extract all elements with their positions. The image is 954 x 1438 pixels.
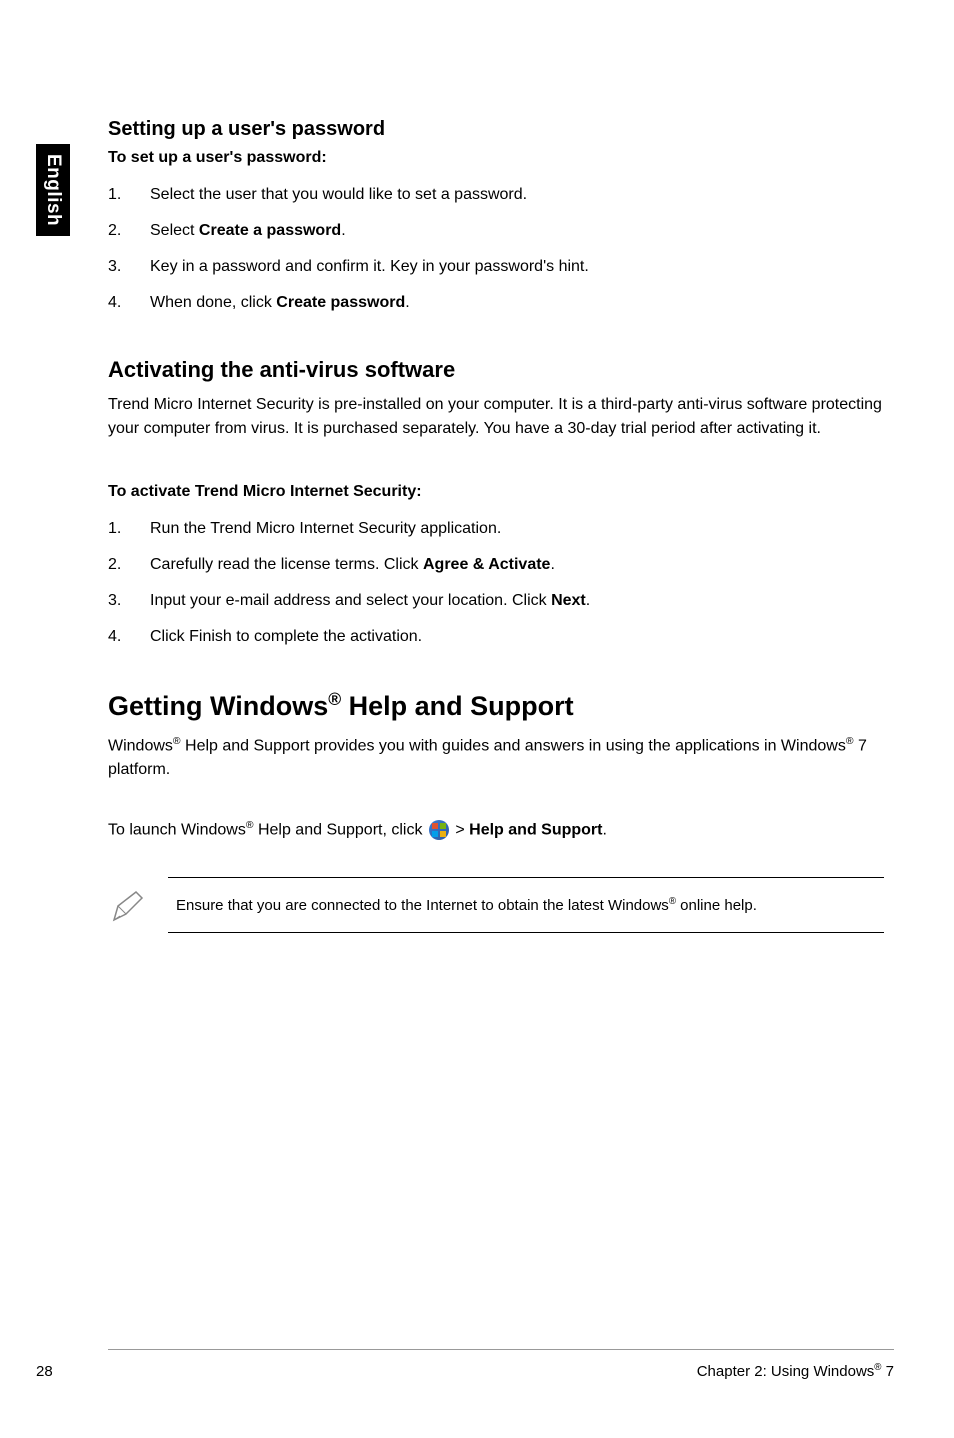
windows-start-icon — [429, 820, 449, 840]
registered-mark: ® — [173, 736, 181, 747]
language-tab: English — [36, 144, 70, 236]
list-number: 4. — [108, 625, 150, 649]
list-text: Click Finish to complete the activation. — [150, 625, 894, 649]
antivirus-steps-list: 1. Run the Trend Micro Internet Security… — [108, 517, 894, 649]
text: Help and Support provides you with guide… — [181, 737, 846, 754]
list-text: Carefully read the license terms. Click … — [150, 553, 894, 577]
text: Windows — [108, 737, 173, 754]
list-number: 1. — [108, 517, 150, 541]
list-item: 1. Select the user that you would like t… — [108, 183, 894, 207]
list-text: Input your e-mail address and select you… — [150, 589, 894, 613]
text: . — [586, 592, 590, 609]
help-launch: To launch Windows® Help and Support, cli… — [108, 818, 894, 842]
text: . — [550, 556, 554, 573]
text: Chapter 2: Using Windows — [697, 1363, 875, 1380]
list-number: 3. — [108, 255, 150, 279]
bold-text: Create a password — [199, 222, 341, 239]
registered-mark: ® — [328, 689, 341, 709]
note-block: Ensure that you are connected to the Int… — [168, 877, 884, 933]
password-steps-list: 1. Select the user that you would like t… — [108, 183, 894, 315]
list-number: 2. — [108, 553, 150, 577]
section-heading-help: Getting Windows® Help and Support — [108, 689, 894, 722]
text: Carefully read the license terms. Click — [150, 556, 423, 573]
bold-text: Create password — [276, 294, 405, 311]
list-item: 2. Carefully read the license terms. Cli… — [108, 553, 894, 577]
list-item: 3. Key in a password and confirm it. Key… — [108, 255, 894, 279]
list-number: 2. — [108, 219, 150, 243]
list-item: 3. Input your e-mail address and select … — [108, 589, 894, 613]
text: Getting Windows — [108, 691, 328, 721]
page-footer: 28 Chapter 2: Using Windows® 7 — [0, 1362, 954, 1380]
list-item: 1. Run the Trend Micro Internet Security… — [108, 517, 894, 541]
section-sub-password: To set up a user's password: — [108, 149, 894, 167]
note-text: online help. — [676, 897, 757, 914]
text: > — [451, 822, 469, 839]
text: Help and Support — [341, 691, 574, 721]
registered-mark: ® — [846, 736, 854, 747]
text: Input your e-mail address and select you… — [150, 592, 551, 609]
page-number: 28 — [36, 1363, 53, 1380]
section-heading-antivirus: Activating the anti-virus software — [108, 357, 894, 383]
page-content: Setting up a user's password To set up a… — [108, 118, 894, 933]
text: Help and Support, click — [254, 822, 427, 839]
text: When done, click — [150, 294, 276, 311]
list-item: 2. Select Create a password. — [108, 219, 894, 243]
list-text: Key in a password and confirm it. Key in… — [150, 255, 894, 279]
list-text: Select Create a password. — [150, 219, 894, 243]
list-text: When done, click Create password. — [150, 291, 894, 315]
list-text: Run the Trend Micro Internet Security ap… — [150, 517, 894, 541]
text: . — [341, 222, 345, 239]
antivirus-intro: Trend Micro Internet Security is pre-ins… — [108, 393, 894, 441]
text: 7 — [881, 1363, 894, 1380]
footer-divider — [108, 1349, 894, 1350]
list-number: 1. — [108, 183, 150, 207]
chapter-label: Chapter 2: Using Windows® 7 — [697, 1362, 894, 1380]
note-text: Ensure that you are connected to the Int… — [176, 897, 669, 914]
list-number: 4. — [108, 291, 150, 315]
help-intro: Windows® Help and Support provides you w… — [108, 734, 894, 782]
text: Select — [150, 222, 199, 239]
section-sub-antivirus: To activate Trend Micro Internet Securit… — [108, 483, 894, 501]
text: . — [602, 822, 606, 839]
text: To launch Windows — [108, 822, 246, 839]
registered-mark: ® — [669, 896, 676, 907]
list-item: 4. When done, click Create password. — [108, 291, 894, 315]
bold-text: Next — [551, 592, 586, 609]
list-item: 4. Click Finish to complete the activati… — [108, 625, 894, 649]
section-heading-password: Setting up a user's password — [108, 118, 894, 141]
list-number: 3. — [108, 589, 150, 613]
registered-mark: ® — [246, 820, 254, 831]
bold-text: Help and Support — [469, 822, 602, 839]
text: . — [405, 294, 409, 311]
bold-text: Agree & Activate — [423, 556, 550, 573]
list-text: Select the user that you would like to s… — [150, 183, 894, 207]
pen-icon — [108, 886, 148, 926]
